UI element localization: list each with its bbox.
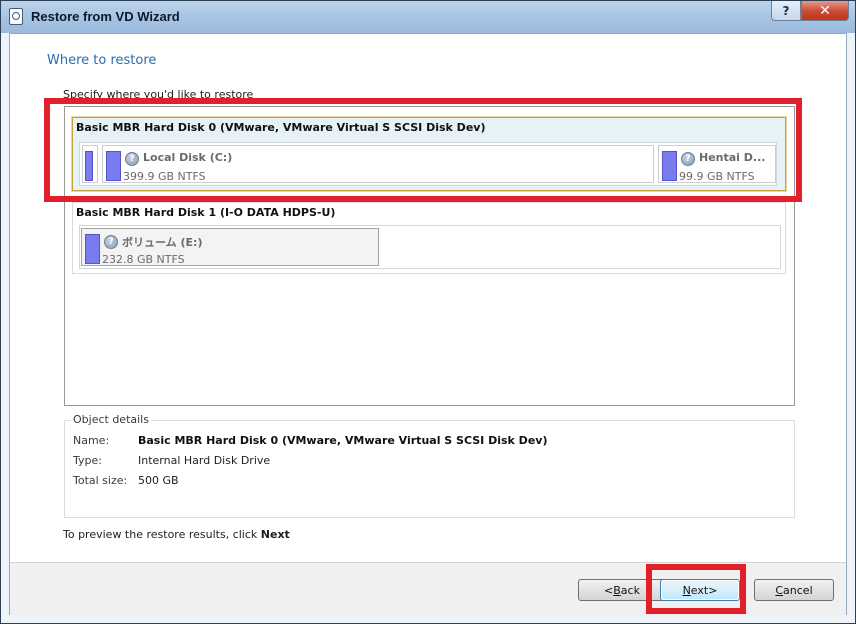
detail-size-row: Total size: 500 GB	[73, 474, 179, 487]
next-mnemonic: N	[682, 583, 691, 597]
detail-value: 500 GB	[138, 474, 179, 487]
partition-system[interactable]	[82, 145, 98, 183]
close-icon: ✕	[819, 2, 831, 19]
partition-name: Hentai D...	[699, 151, 766, 164]
disk-0-title: Basic MBR Hard Disk 0 (VMware, VMware Vi…	[76, 121, 486, 134]
cancel-button[interactable]: Cancel	[754, 579, 834, 601]
back-mnemonic: B	[613, 583, 621, 597]
wizard-content: Where to restore Specify where you'd lik…	[9, 33, 847, 615]
cancel-mnemonic: C	[775, 583, 784, 597]
partition-name: Local Disk (C:)	[143, 151, 233, 164]
window-title: Restore from VD Wizard	[31, 9, 180, 24]
hint-prefix: To preview the restore results, click	[63, 528, 261, 541]
disk-0-partitions: ? Local Disk (C:) 399.9 GB NTFS ? Hentai…	[79, 142, 777, 186]
detail-type-row: Type: Internal Hard Disk Drive	[73, 454, 270, 467]
details-legend: Object details	[71, 413, 151, 426]
partition-local-disk-c[interactable]: ? Local Disk (C:) 399.9 GB NTFS	[102, 145, 654, 183]
partition-info: 99.9 GB NTFS	[679, 170, 755, 183]
next-arrow: >	[708, 583, 718, 597]
button-bar: < Back Next > Cancel	[10, 562, 846, 615]
question-icon: ?	[681, 152, 695, 166]
next-button[interactable]: Next >	[660, 579, 740, 601]
title-bar: Restore from VD Wizard ? ✕	[1, 1, 855, 33]
partition-volume-e[interactable]: ? ボリューム (E:) 232.8 GB NTFS	[81, 228, 379, 266]
disk-1-partitions: ? ボリューム (E:) 232.8 GB NTFS	[79, 225, 781, 269]
partition-name: ボリューム (E:)	[122, 236, 203, 249]
partition-hentai-d[interactable]: ? Hentai D... 99.9 GB NTFS	[658, 145, 776, 183]
object-details: Object details Name: Basic MBR Hard Disk…	[64, 413, 795, 518]
partition-bar	[85, 234, 100, 264]
detail-label: Type:	[73, 454, 102, 467]
instruction-text: Specify where you'd like to restore	[63, 88, 254, 101]
help-icon: ?	[782, 3, 790, 18]
question-icon: ?	[104, 235, 118, 249]
hint-action: Next	[260, 528, 290, 541]
detail-label: Name:	[73, 434, 110, 447]
disk-1-title: Basic MBR Hard Disk 1 (I-O DATA HDPS-U)	[76, 206, 336, 219]
page-heading: Where to restore	[47, 53, 157, 68]
question-icon: ?	[125, 152, 139, 166]
detail-label: Total size:	[73, 474, 128, 487]
partition-bar	[662, 151, 677, 181]
wizard-window: Restore from VD Wizard ? ✕ Where to rest…	[0, 0, 856, 624]
disk-list: Basic MBR Hard Disk 0 (VMware, VMware Vi…	[64, 106, 795, 406]
back-arrow: <	[604, 583, 614, 597]
hint-text: To preview the restore results, click Ne…	[63, 528, 290, 541]
back-label: ack	[620, 583, 640, 597]
detail-value: Internal Hard Disk Drive	[138, 454, 271, 467]
partition-info: 399.9 GB NTFS	[123, 170, 206, 183]
cancel-label: ancel	[783, 583, 813, 597]
disk-1-row[interactable]: Basic MBR Hard Disk 1 (I-O DATA HDPS-U) …	[72, 202, 786, 274]
partition-bar	[85, 151, 93, 181]
partition-info: 232.8 GB NTFS	[102, 253, 185, 266]
close-button[interactable]: ✕	[801, 1, 849, 21]
app-icon	[9, 8, 23, 25]
partition-bar	[106, 151, 121, 181]
back-button[interactable]: < Back	[578, 579, 666, 601]
help-button[interactable]: ?	[771, 1, 801, 21]
detail-value: Basic MBR Hard Disk 0 (VMware, VMware Vi…	[138, 434, 548, 447]
next-label: ext	[690, 583, 709, 597]
detail-name-row: Name: Basic MBR Hard Disk 0 (VMware, VMw…	[73, 434, 547, 447]
disk-0-row[interactable]: Basic MBR Hard Disk 0 (VMware, VMware Vi…	[71, 116, 787, 192]
